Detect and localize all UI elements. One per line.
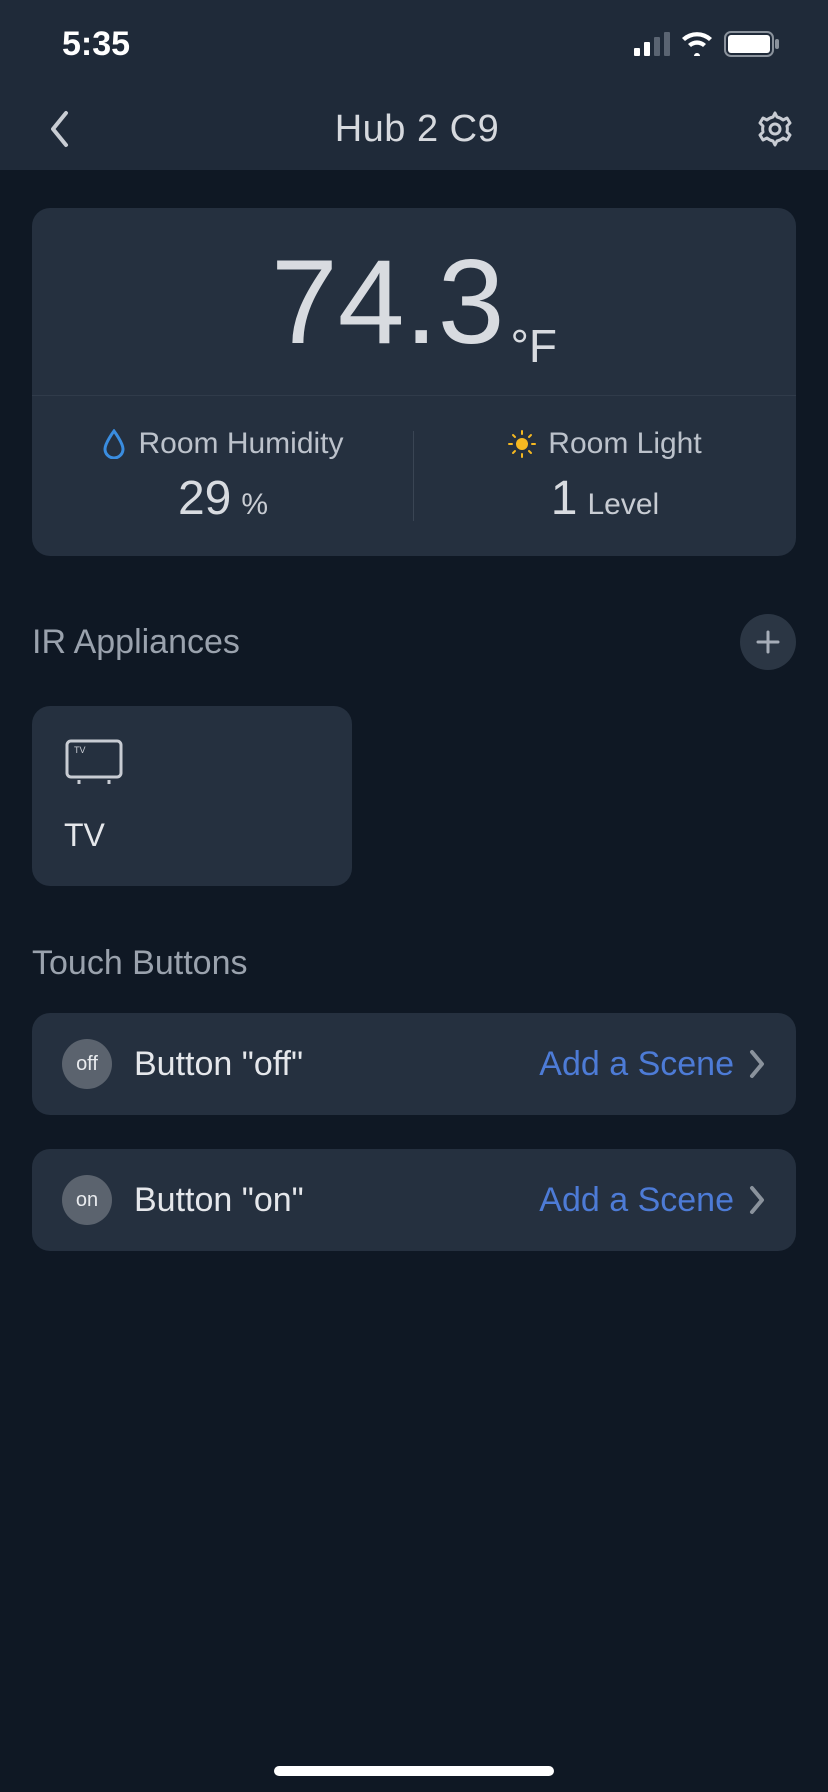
status-icons <box>634 31 780 57</box>
humidity-block: Room Humidity 29 % <box>32 396 414 556</box>
touch-buttons-title: Touch Buttons <box>32 944 796 983</box>
on-badge: on <box>62 1175 112 1225</box>
plus-icon <box>755 629 781 655</box>
temperature-card[interactable]: 74.3 °F Room Humidity 29 % <box>32 208 796 556</box>
ir-appliances-header: IR Appliances <box>32 614 796 670</box>
ir-appliances-title: IR Appliances <box>32 623 240 662</box>
touch-button-list: off Button "off" Add a Scene on Button "… <box>32 1013 796 1251</box>
humidity-value: 29 <box>178 471 231 526</box>
gear-icon <box>755 109 795 149</box>
droplet-icon <box>102 429 126 459</box>
touch-button-label: Button "on" <box>134 1181 539 1220</box>
off-badge: off <box>62 1039 112 1089</box>
wifi-icon <box>680 32 714 56</box>
status-time: 5:35 <box>62 25 130 64</box>
touch-button-off[interactable]: off Button "off" Add a Scene <box>32 1013 796 1115</box>
light-label: Room Light <box>548 427 701 461</box>
cellular-icon <box>634 32 670 56</box>
svg-text:TV: TV <box>74 745 86 755</box>
content: 74.3 °F Room Humidity 29 % <box>0 170 828 1251</box>
page-title: Hub 2 C9 <box>335 108 500 151</box>
settings-button[interactable] <box>750 104 800 154</box>
sun-icon <box>508 430 536 458</box>
status-bar: 5:35 <box>0 0 828 88</box>
appliance-name: TV <box>64 817 320 854</box>
temperature-substats: Room Humidity 29 % <box>32 396 796 556</box>
add-appliance-button[interactable] <box>740 614 796 670</box>
chevron-left-icon <box>48 110 70 148</box>
appliance-card-tv[interactable]: TV TV <box>32 706 352 886</box>
humidity-label: Room Humidity <box>138 427 343 461</box>
nav-bar: Hub 2 C9 <box>0 88 828 170</box>
add-scene-link[interactable]: Add a Scene <box>539 1181 734 1220</box>
chevron-right-icon <box>748 1049 766 1079</box>
touch-button-on[interactable]: on Button "on" Add a Scene <box>32 1149 796 1251</box>
chevron-right-icon <box>748 1185 766 1215</box>
add-scene-link[interactable]: Add a Scene <box>539 1045 734 1084</box>
appliance-grid: TV TV <box>32 706 796 886</box>
home-indicator[interactable] <box>274 1766 554 1776</box>
light-value: 1 <box>551 471 578 526</box>
tv-icon: TV <box>64 738 124 788</box>
light-block: Room Light 1 Level <box>414 396 796 556</box>
battery-icon <box>724 31 780 57</box>
light-suffix: Level <box>587 488 659 522</box>
temperature-display: 74.3 °F <box>32 208 796 396</box>
touch-button-label: Button "off" <box>134 1045 539 1084</box>
temperature-unit: °F <box>511 319 558 395</box>
humidity-suffix: % <box>241 488 268 522</box>
back-button[interactable] <box>34 104 84 154</box>
temperature-value: 74.3 <box>271 242 505 362</box>
